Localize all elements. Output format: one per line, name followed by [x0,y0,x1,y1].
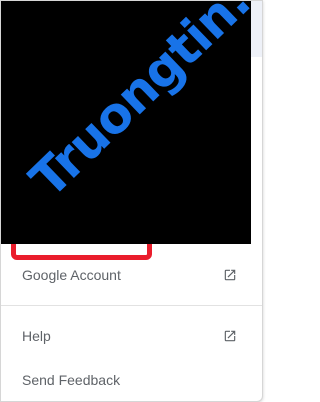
send-feedback-menu-item[interactable]: Send Feedback [1,358,262,402]
external-link-icon [222,328,238,344]
external-link-icon [222,267,238,283]
send-feedback-label: Send Feedback [22,372,121,388]
help-menu-item[interactable]: Help [1,314,262,358]
google-account-label: Google Account [22,267,121,283]
menu-divider [1,305,262,306]
account-menu-panel: Truongtin.top Google Account Help Send F… [0,0,320,402]
help-label: Help [22,328,51,344]
